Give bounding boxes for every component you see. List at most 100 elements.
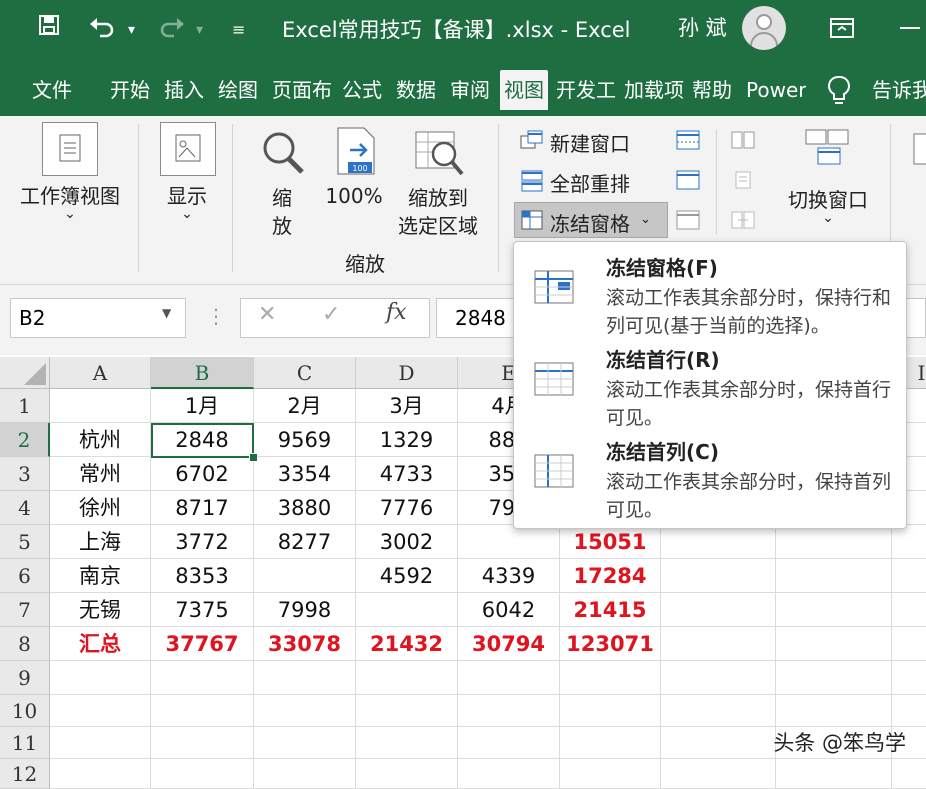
- split-icon[interactable]: [676, 130, 700, 154]
- arrange-all-icon[interactable]: [520, 170, 544, 196]
- cell-b6[interactable]: 8353: [151, 559, 254, 593]
- cell-c4[interactable]: 3880: [254, 491, 356, 525]
- show-chevron-icon[interactable]: ⌄: [150, 206, 224, 222]
- cell-a4[interactable]: 徐州: [50, 491, 151, 525]
- cell-a8[interactable]: 汇总: [50, 627, 151, 661]
- menu-item-freeze-first-column[interactable]: 冻结首列(C) 滚动工作表其余部分时，保持首列可见。: [514, 430, 904, 521]
- cell-f8[interactable]: 123071: [560, 627, 661, 661]
- cell-h10[interactable]: [776, 695, 892, 727]
- tab-power[interactable]: Power: [746, 70, 806, 110]
- cell-b9[interactable]: [151, 661, 254, 695]
- column-header-a[interactable]: A: [50, 357, 151, 389]
- cell-i9[interactable]: [892, 661, 926, 695]
- cell-a7[interactable]: 无锡: [50, 593, 151, 627]
- column-header-d[interactable]: D: [356, 357, 458, 389]
- cell-d10[interactable]: [356, 695, 458, 727]
- row-header-4[interactable]: 4: [0, 491, 50, 525]
- cell-d5[interactable]: 3002: [356, 525, 458, 559]
- cell-b5[interactable]: 3772: [151, 525, 254, 559]
- cell-f11[interactable]: [560, 727, 661, 759]
- cell-b8[interactable]: 37767: [151, 627, 254, 661]
- cell-e5[interactable]: [458, 525, 560, 559]
- cell-e6[interactable]: 4339: [458, 559, 560, 593]
- cell-b2[interactable]: 2848: [151, 423, 254, 457]
- macros-icon[interactable]: [910, 132, 926, 170]
- cell-c1[interactable]: 2月: [254, 389, 356, 423]
- cell-d2[interactable]: 1329: [356, 423, 458, 457]
- show-button[interactable]: 显示: [150, 180, 224, 209]
- cell-g6[interactable]: [661, 559, 776, 593]
- cell-g8[interactable]: [661, 627, 776, 661]
- row-header-12[interactable]: 12: [0, 759, 50, 789]
- arrange-all-button[interactable]: 全部重排: [550, 168, 630, 197]
- row-header-8[interactable]: 8: [0, 627, 50, 661]
- cell-h8[interactable]: [776, 627, 892, 661]
- cell-h5[interactable]: [776, 525, 892, 559]
- cell-c8[interactable]: 33078: [254, 627, 356, 661]
- cell-c9[interactable]: [254, 661, 356, 695]
- cell-f12[interactable]: [560, 759, 661, 789]
- cell-b7[interactable]: 7375: [151, 593, 254, 627]
- cell-b11[interactable]: [151, 727, 254, 759]
- tab-page-layout[interactable]: 页面布: [272, 70, 332, 110]
- cell-f5[interactable]: 15051: [560, 525, 661, 559]
- cell-f7[interactable]: 21415: [560, 593, 661, 627]
- tab-review[interactable]: 审阅: [450, 70, 490, 110]
- workbook-views-chevron-icon[interactable]: ⌄: [10, 206, 130, 222]
- freeze-panes-icon[interactable]: [520, 209, 544, 235]
- cell-e11[interactable]: [458, 727, 560, 759]
- cell-h6[interactable]: [776, 559, 892, 593]
- tab-home[interactable]: 开始: [110, 70, 150, 110]
- row-header-1[interactable]: 1: [0, 389, 50, 423]
- cell-i12[interactable]: [892, 759, 926, 789]
- row-header-9[interactable]: 9: [0, 661, 50, 695]
- switch-windows-chevron-icon[interactable]: ⌄: [780, 210, 876, 226]
- cell-g10[interactable]: [661, 695, 776, 727]
- tab-formulas[interactable]: 公式: [342, 70, 382, 110]
- customize-toolbar-icon[interactable]: ≡: [232, 14, 245, 46]
- zoom-100-button[interactable]: 100%: [322, 184, 386, 208]
- cell-g5[interactable]: [661, 525, 776, 559]
- cell-a2[interactable]: 杭州: [50, 423, 151, 457]
- zoom-button[interactable]: 缩 放: [262, 184, 302, 240]
- cell-a3[interactable]: 常州: [50, 457, 151, 491]
- workbook-views-icon[interactable]: [42, 122, 98, 176]
- cell-b10[interactable]: [151, 695, 254, 727]
- cell-h12[interactable]: [776, 759, 892, 789]
- zoom-100-icon[interactable]: 100: [336, 126, 376, 176]
- workbook-views-button[interactable]: 工作簿视图: [10, 180, 130, 209]
- undo-icon[interactable]: [88, 14, 116, 48]
- cell-d8[interactable]: 21432: [356, 627, 458, 661]
- cell-d4[interactable]: 7776: [356, 491, 458, 525]
- cell-c12[interactable]: [254, 759, 356, 789]
- row-header-2[interactable]: 2: [0, 423, 50, 457]
- cell-c7[interactable]: 7998: [254, 593, 356, 627]
- undo-dropdown-icon[interactable]: ▾: [128, 14, 135, 46]
- cell-h7[interactable]: [776, 593, 892, 627]
- tab-data[interactable]: 数据: [396, 70, 436, 110]
- row-header-11[interactable]: 11: [0, 727, 50, 759]
- cell-c3[interactable]: 3354: [254, 457, 356, 491]
- tab-insert[interactable]: 插入: [164, 70, 204, 110]
- cell-a5[interactable]: 上海: [50, 525, 151, 559]
- cell-b4[interactable]: 8717: [151, 491, 254, 525]
- cell-b1[interactable]: 1月: [151, 389, 254, 423]
- cell-i5[interactable]: [892, 525, 926, 559]
- cell-c2[interactable]: 9569: [254, 423, 356, 457]
- cell-f10[interactable]: [560, 695, 661, 727]
- cell-i7[interactable]: [892, 593, 926, 627]
- cell-d9[interactable]: [356, 661, 458, 695]
- cell-c10[interactable]: [254, 695, 356, 727]
- switch-windows-icon[interactable]: [804, 128, 850, 172]
- name-box[interactable]: B2: [10, 298, 186, 338]
- cell-e10[interactable]: [458, 695, 560, 727]
- cell-a11[interactable]: [50, 727, 151, 759]
- avatar[interactable]: [742, 6, 786, 50]
- cell-d12[interactable]: [356, 759, 458, 789]
- new-window-button[interactable]: 新建窗口: [550, 128, 630, 157]
- cell-g11[interactable]: [661, 727, 776, 759]
- cell-b3[interactable]: 6702: [151, 457, 254, 491]
- menu-item-freeze-panes[interactable]: 冻结窗格(F) 滚动工作表其余部分时，保持行和列可见(基于当前的选择)。: [514, 246, 904, 337]
- tab-addins[interactable]: 加载项: [624, 70, 684, 110]
- row-header-10[interactable]: 10: [0, 695, 50, 727]
